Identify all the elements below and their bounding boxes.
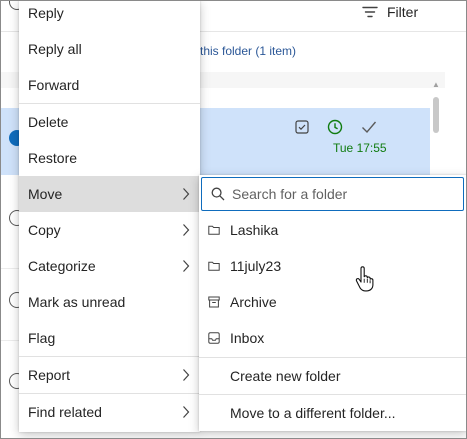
menu-item-report[interactable]: Report — [19, 357, 200, 393]
menu-item-label: Delete — [28, 114, 69, 130]
message-row-actions — [295, 119, 377, 135]
folder-item-inbox[interactable]: Inbox — [199, 320, 467, 356]
folder-label: 11july23 — [230, 258, 282, 274]
menu-item-label: Mark as unread — [28, 294, 126, 310]
folder-label: Lashika — [230, 222, 279, 238]
filter-icon — [362, 6, 378, 18]
menu-item-label: Forward — [28, 77, 80, 93]
snooze-clock-icon[interactable] — [327, 119, 343, 135]
move-submenu: Lashika 11july23 Archive Inbox Create ne… — [199, 175, 467, 431]
chevron-right-icon — [183, 188, 190, 200]
filter-label: Filter — [387, 4, 419, 20]
folder-icon — [208, 225, 220, 235]
menu-item-copy[interactable]: Copy — [19, 212, 200, 248]
mark-read-icon[interactable] — [295, 120, 309, 134]
hand-cursor-icon — [355, 266, 374, 292]
chevron-right-icon — [183, 406, 190, 418]
create-new-folder-item[interactable]: Create new folder — [199, 358, 467, 394]
menu-item-forward[interactable]: Forward — [19, 67, 200, 103]
menu-item-label: Reply all — [28, 41, 82, 57]
menu-item-delete[interactable]: Delete — [19, 104, 200, 140]
menu-item-move[interactable]: Move — [19, 176, 200, 212]
folder-search-box[interactable] — [201, 177, 464, 211]
action-label: Move to a different folder... — [230, 405, 396, 421]
chevron-right-icon — [183, 369, 190, 381]
menu-item-label: Report — [28, 367, 71, 383]
filter-button[interactable]: Filter — [362, 2, 418, 22]
checkmark-icon[interactable] — [361, 120, 377, 134]
context-menu: Reply Reply all Forward Delete Restore M… — [19, 0, 200, 432]
move-to-different-folder-item[interactable]: Move to a different folder... — [199, 395, 467, 431]
menu-item-find-related[interactable]: Find related — [19, 394, 200, 430]
menu-item-label: Reply — [28, 5, 64, 21]
inbox-icon — [208, 332, 220, 344]
menu-item-label: Move — [28, 186, 63, 202]
menu-item-label: Flag — [28, 330, 56, 346]
folder-item-archive[interactable]: Archive — [199, 284, 467, 320]
folder-item-11july23[interactable]: 11july23 — [199, 248, 467, 284]
menu-item-flag[interactable]: Flag — [19, 320, 200, 356]
list-scrollbar-thumb[interactable] — [433, 97, 439, 133]
menu-item-reply-all[interactable]: Reply all — [19, 31, 200, 67]
menu-item-reply[interactable]: Reply — [19, 0, 200, 31]
search-icon — [211, 187, 225, 201]
menu-item-categorize[interactable]: Categorize — [19, 248, 200, 284]
menu-item-label: Restore — [28, 150, 78, 166]
chevron-right-icon — [183, 260, 190, 272]
folder-item-lashika[interactable]: Lashika — [199, 212, 467, 248]
folder-item-count-link[interactable]: this folder (1 item) — [200, 44, 296, 58]
message-time: Tue 17:55 — [333, 141, 387, 155]
menu-item-label: Categorize — [28, 258, 96, 274]
chevron-right-icon — [183, 224, 190, 236]
menu-item-label: Copy — [28, 222, 61, 238]
menu-item-mark-as-unread[interactable]: Mark as unread — [19, 284, 200, 320]
archive-icon — [208, 296, 220, 308]
folder-label: Archive — [230, 294, 277, 310]
menu-item-restore[interactable]: Restore — [19, 140, 200, 176]
folder-label: Inbox — [230, 330, 265, 346]
menu-item-label: Find related — [28, 404, 102, 420]
folder-search-input[interactable] — [232, 184, 457, 204]
scroll-up-arrow[interactable]: ▲ — [432, 80, 440, 89]
action-label: Create new folder — [230, 368, 341, 384]
folder-icon — [208, 261, 220, 271]
